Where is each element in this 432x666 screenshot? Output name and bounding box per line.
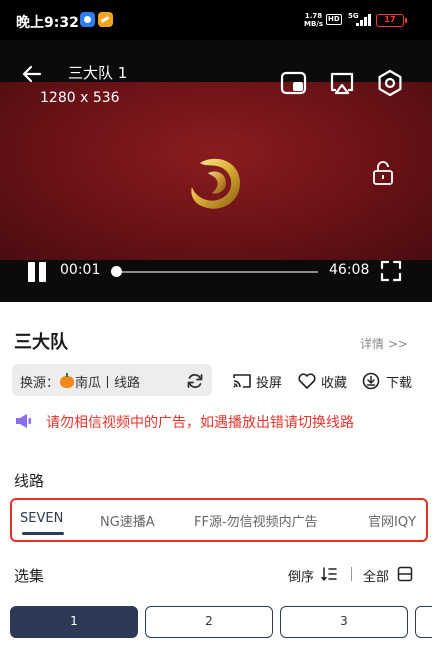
megaphone-icon xyxy=(16,414,31,428)
episodes-heading: 选集 xyxy=(14,567,45,585)
status-bar: 晚上9:32 1.78 MB/s HD 5G 17 xyxy=(0,0,432,40)
download-icon xyxy=(362,372,380,390)
player-title: 三大队 1 xyxy=(68,64,128,82)
all-episodes-button[interactable]: 全部 xyxy=(363,566,389,585)
channel-logo xyxy=(191,158,240,209)
list-icon[interactable] xyxy=(397,566,413,582)
pumpkin-icon xyxy=(60,373,75,388)
route-tab-seven[interactable]: SEVEN xyxy=(20,511,63,526)
episode-button[interactable]: 1 xyxy=(10,606,138,638)
route-tab-iqy[interactable]: 官网IQY xyxy=(368,511,416,530)
network-speed-unit: MB/s xyxy=(304,20,324,28)
video-frame[interactable] xyxy=(0,82,432,260)
episode-button-partial[interactable] xyxy=(415,606,432,638)
route-tab-indicator xyxy=(22,532,64,535)
pause-icon[interactable] xyxy=(26,262,48,282)
source-selector[interactable]: 换源： 南瓜丨线路 xyxy=(12,364,212,396)
route-tabs: SEVEN NG速播A FF源-勿信视频内广告 官网IQY xyxy=(10,498,428,542)
battery-icon: 17 xyxy=(376,14,407,27)
unlock-icon[interactable] xyxy=(371,160,395,186)
battery-level: 17 xyxy=(384,15,396,24)
details-link[interactable]: 详情 >> xyxy=(360,335,408,352)
status-time: 晚上9:32 xyxy=(16,15,79,31)
total-duration: 46:08 xyxy=(329,262,370,278)
back-arrow-icon[interactable] xyxy=(20,62,44,86)
progress-bar[interactable] xyxy=(116,271,318,273)
settings-icon[interactable] xyxy=(376,69,404,97)
routes-heading: 线路 xyxy=(14,472,45,490)
sort-order-button[interactable]: 倒序 xyxy=(288,566,314,585)
cast-label: 投屏 xyxy=(256,376,283,391)
favorite-label: 收藏 xyxy=(321,376,348,391)
divider xyxy=(351,567,352,581)
cast-icon xyxy=(233,374,251,388)
notice-text: 请勿相信视频中的广告，如遇播放出错请切换线路 xyxy=(46,415,354,431)
route-tab-ng[interactable]: NG速播A xyxy=(100,511,155,530)
heart-icon xyxy=(298,373,316,389)
episode-button[interactable]: 2 xyxy=(145,606,273,638)
network-speed: 1.78 MB/s xyxy=(304,12,323,28)
signal-icon: 5G xyxy=(348,12,372,28)
picture-in-picture-icon[interactable] xyxy=(280,70,308,96)
source-label: 换源： 南瓜丨线路 xyxy=(20,372,140,391)
route-tab-ff[interactable]: FF源-勿信视频内广告 xyxy=(194,511,318,530)
refresh-icon[interactable] xyxy=(186,372,204,390)
network-speed-value: 1.78 xyxy=(304,12,323,20)
source-separator: 丨 xyxy=(101,376,115,391)
network-type: 5G xyxy=(348,12,359,20)
video-player[interactable]: 三大队 1 1280 x 536 00:01 46:08 xyxy=(0,40,432,302)
source-route: 线路 xyxy=(114,376,141,391)
sort-icon[interactable] xyxy=(321,567,337,581)
source-name: 南瓜 xyxy=(75,376,102,391)
show-title: 三大队 xyxy=(14,332,68,353)
notification-app-icon xyxy=(80,12,95,27)
episode-button[interactable]: 3 xyxy=(280,606,408,638)
current-time: 00:01 xyxy=(60,262,101,278)
hd-badge: HD xyxy=(326,14,342,25)
source-prefix: 换源： xyxy=(20,376,60,391)
video-resolution: 1280 x 536 xyxy=(40,90,120,106)
fullscreen-icon[interactable] xyxy=(380,260,402,282)
airplay-icon[interactable] xyxy=(328,70,356,98)
download-label: 下载 xyxy=(386,376,413,391)
notification-app-icon-2 xyxy=(98,12,113,27)
notice-banner: 请勿相信视频中的广告，如遇播放出错请切换线路 xyxy=(14,411,418,433)
progress-handle[interactable] xyxy=(111,266,123,277)
